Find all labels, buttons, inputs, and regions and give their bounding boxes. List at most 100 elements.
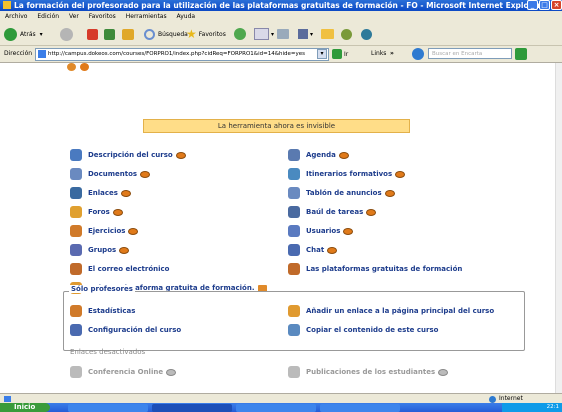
tool-label: Configuración del curso [88,326,182,334]
forward-button[interactable] [60,27,73,41]
disabled-links-label: Enlaces desactivados [70,348,146,356]
stop-button[interactable] [87,27,98,41]
tool-publicaciones[interactable]: Publicaciones de los estudiantes [288,365,449,379]
chevron-icon[interactable]: » [390,46,394,62]
search-button[interactable]: Búsqueda [144,27,188,41]
eye-icon[interactable] [343,227,354,235]
tool-conferencia[interactable]: Conferencia Online [70,365,177,379]
visibility-eye-icon[interactable] [80,63,89,71]
conference-icon [70,366,82,378]
mail-button[interactable]: ▾ [254,27,274,41]
eye-icon[interactable] [112,208,123,216]
encarta-search-input[interactable]: Buscar en Encarta [428,48,512,59]
eye-icon[interactable] [338,151,349,159]
address-url: http://campus.dokeos.com/courses/FORPRO1… [48,51,306,57]
teachers-legend: Sólo profesores [69,285,135,293]
address-dropdown-icon[interactable]: ▾ [317,49,327,59]
tool-grupos[interactable]: Grupos [70,243,130,257]
history-button[interactable] [234,27,246,41]
address-input[interactable]: http://campus.dokeos.com/courses/FORPRO1… [35,48,329,61]
printer-icon [277,29,289,39]
tool-anadir-enlace[interactable]: Añadir un enlace a la página principal d… [288,304,494,318]
tool-itinerarios[interactable]: Itinerarios formativos [288,167,406,181]
taskbar-item[interactable] [320,404,400,412]
home-button[interactable] [122,27,134,41]
eye-icon[interactable] [395,170,406,178]
favorites-button[interactable]: ★ Favoritos [186,27,226,41]
edit-button[interactable]: ▾ [298,27,313,41]
minimize-button[interactable]: _ [527,0,538,10]
tool-estadisticas[interactable]: Estadísticas [70,304,135,318]
refresh-button[interactable] [104,27,115,41]
tool-label: Conferencia Online [88,368,164,376]
tool-label: Agenda [306,151,336,159]
announcements-icon [288,187,300,199]
links-icon [70,187,82,199]
tool-label: Grupos [88,246,117,254]
page-icon [38,50,46,58]
taskbar-item[interactable] [236,404,316,412]
menu-ver[interactable]: Ver [69,13,79,20]
search-go-icon[interactable] [515,48,527,60]
tool-plataformas[interactable]: Las plataformas gratuitas de formación [288,262,462,276]
eye-icon[interactable] [119,246,130,254]
menu-edicion[interactable]: Edición [37,13,59,20]
go-button[interactable]: Ir [332,48,348,60]
menu-ayuda[interactable]: Ayuda [177,13,196,20]
start-label: Inicio [14,403,36,411]
edit-pencil-icon[interactable] [67,63,76,71]
search-icon [144,28,155,40]
clock: 22:1 [546,404,559,410]
eye-icon[interactable] [166,368,177,376]
tool-copiar[interactable]: Copiar el contenido de este curso [288,323,438,337]
eye-icon[interactable] [366,208,377,216]
edit-icon [298,29,308,39]
tool-correo[interactable]: El correo electrónico [70,262,169,276]
tool-documentos[interactable]: Documentos [70,167,151,181]
tool-label: Enlaces [88,189,118,197]
address-bar: Dirección http://campus.dokeos.com/cours… [0,46,562,63]
tool-chat[interactable]: Chat [288,243,338,257]
eye-icon[interactable] [128,227,139,235]
folder-button[interactable] [321,27,334,41]
tool-ejercicios[interactable]: Ejercicios [70,224,139,238]
taskbar-item[interactable] [68,404,148,412]
maximize-button[interactable]: □ [539,0,550,10]
eye-icon[interactable] [438,368,449,376]
back-button[interactable]: Atrás ▾ [4,27,43,41]
print-button[interactable] [277,27,289,41]
window-title: La formación del profesorado para la uti… [14,1,542,10]
start-button[interactable]: Inicio [0,403,50,412]
tool-usuarios[interactable]: Usuarios [288,224,354,238]
tool-enlaces[interactable]: Enlaces [70,186,131,200]
assignments-icon [288,206,300,218]
eye-icon[interactable] [175,151,186,159]
eye-icon[interactable] [140,170,151,178]
mail-icon [254,28,269,40]
vertical-scrollbar[interactable] [555,63,562,393]
tool-tablon[interactable]: Tablón de anuncios [288,186,395,200]
stop-icon [87,28,98,40]
search-label: Búsqueda [158,30,188,38]
system-tray: 22:1 [502,403,562,412]
encarta-icon [412,48,424,60]
eye-icon[interactable] [120,189,131,197]
eye-icon[interactable] [384,189,395,197]
research-button[interactable] [361,27,372,41]
links-label[interactable]: Links [371,46,386,62]
menu-favoritos[interactable]: Favoritos [89,13,116,20]
messenger-button[interactable] [341,27,352,41]
star-icon: ★ [186,27,197,41]
tool-foros[interactable]: Foros [70,205,123,219]
eye-icon[interactable] [327,246,338,254]
tool-baul[interactable]: Baúl de tareas [288,205,377,219]
menu-archivo[interactable]: Archivo [5,13,27,20]
tool-configuracion[interactable]: Configuración del curso [70,323,181,337]
taskbar-item-active[interactable] [152,404,232,412]
menu-herramientas[interactable]: Herramientas [126,13,167,20]
tool-descripcion-curso[interactable]: Descripción del curso [70,148,186,162]
agenda-icon [288,149,300,161]
page-content: La herramienta ahora es invisible Descri… [0,63,556,393]
close-button[interactable]: × [551,0,562,10]
tool-agenda[interactable]: Agenda [288,148,349,162]
